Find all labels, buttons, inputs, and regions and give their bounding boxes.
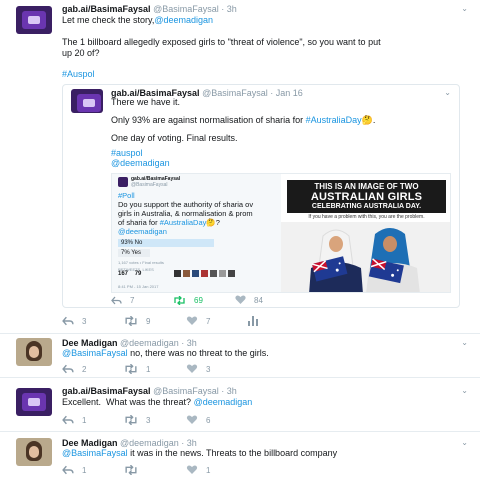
avatar[interactable] [16,438,52,466]
heart-icon [186,415,198,424]
mention-link[interactable]: @BasimaFaysal [62,448,128,458]
chevron-down-icon[interactable]: ⌄ [461,338,468,347]
avatar[interactable] [16,388,52,416]
embedded-header: gab.ai/BasimaFaysal @BasimaFaysal [131,176,181,188]
tweet-header: gab.ai/BasimaFaysal @BasimaFaysal · 3h [62,4,237,14]
tweet-text: @BasimaFaysal no, there was no threat to… [62,348,269,358]
chevron-down-icon[interactable]: ⌄ [461,4,468,13]
tweet-actions: 3 9 7 [62,316,310,326]
attached-image[interactable]: gab.ai/BasimaFaysal @BasimaFaysal #Poll … [111,173,451,293]
retweet-button[interactable]: 69 [173,295,235,305]
quoted-line1: There we have it. [111,97,181,107]
avatar[interactable] [16,6,52,34]
reply-button[interactable]: 1 [62,415,124,425]
tweet-2[interactable]: Dee Madigan @deemadigan · 3h ⌄ @BasimaFa… [0,334,480,378]
avatar[interactable] [71,89,103,113]
tweet-3[interactable]: gab.ai/BasimaFaysal @BasimaFaysal · 3h ⌄… [0,378,480,432]
mention-link[interactable]: @deemadigan [154,15,213,25]
timestamp[interactable]: · Jan 16 [270,88,303,98]
heart-icon [235,295,246,304]
mention-link[interactable]: @deemadigan [194,397,253,407]
quoted-line2: Only 93% are against normalisation of sh… [111,115,376,125]
avatar[interactable] [16,338,52,366]
tweet-1[interactable]: gab.ai/BasimaFaysal @BasimaFaysal · 3h ⌄… [0,0,480,334]
retweet-icon [125,415,137,425]
display-name[interactable]: Dee Madigan [62,338,118,348]
handle[interactable]: @BasimaFaysal [153,4,219,14]
reply-icon [111,296,122,304]
reply-button[interactable]: 2 [62,364,124,374]
tweet-4[interactable]: Dee Madigan @deemadigan · 3h ⌄ @BasimaFa… [0,432,480,480]
retweet-icon [125,465,137,475]
handle[interactable]: @BasimaFaysal [202,88,268,98]
chevron-down-icon[interactable]: ⌄ [461,386,468,395]
embedded-stats: RETWEETS LIKES 167 79 [118,267,154,277]
tweet-header: gab.ai/BasimaFaysal @BasimaFaysal · 3h [62,386,237,396]
chevron-down-icon[interactable]: ⌄ [444,88,451,97]
poll-votes: 1,167 votes • Final results [118,260,164,265]
reply-button[interactable]: 1 [62,465,124,475]
tweet-text-line3: up 20 of? [62,48,100,58]
mention-link[interactable]: @deemadigan [111,158,170,169]
reply-button[interactable]: 7 [111,296,173,305]
tweet-text: Let me check the story,@deemadigan [62,15,214,25]
handle[interactable]: @BasimaFaysal [153,386,219,396]
hashtag-link[interactable]: #Auspol [62,69,95,80]
handle[interactable]: @deemadigan [120,338,179,348]
heart-icon [186,364,198,373]
retweet-button[interactable]: 9 [124,316,186,326]
chevron-down-icon[interactable]: ⌄ [461,438,468,447]
retweet-button[interactable]: 1 [124,364,186,374]
tweet-text: @BasimaFaysal it was in the news. Threat… [62,448,338,458]
embedded-avatars [174,270,235,277]
like-button[interactable]: 3 [186,364,248,374]
embedded-tweet-text: #Poll Do you support the authority of sh… [118,191,254,236]
poll-option-yes: 7% Yes [118,249,150,257]
like-button[interactable]: 84 [235,295,297,305]
reply-icon [62,364,74,374]
tweet-actions: 2 1 3 [62,364,248,374]
timestamp[interactable]: · 3h [181,438,197,448]
embedded-date: 8:41 PM - 15 Jan 2017 [118,284,159,289]
analytics-button[interactable] [248,316,310,326]
heart-icon [186,465,198,474]
heart-icon [186,316,198,325]
tweet-header: Dee Madigan @deemadigan · 3h [62,338,197,348]
timestamp[interactable]: · 3h [181,338,197,348]
retweet-button[interactable] [124,465,186,475]
handle[interactable]: @deemadigan [120,438,179,448]
like-button[interactable]: 1 [186,465,248,475]
poll-results: 93% No 7% Yes 1,167 votes • Final result… [118,237,278,265]
tweet-header: Dee Madigan @deemadigan · 3h [62,438,197,448]
mention-link[interactable]: @BasimaFaysal [62,348,128,358]
timestamp[interactable]: · 3h [221,386,237,396]
retweet-icon [125,364,137,374]
reply-icon [62,465,74,475]
tweet-actions: 1 3 6 [62,415,248,425]
quoted-line3: One day of voting. Final results. [111,133,238,143]
retweet-icon [174,295,185,305]
tweet-actions: 1 1 [62,465,248,475]
analytics-icon [248,316,258,326]
retweet-icon [125,316,137,326]
tweet-text: Excellent. What was the threat? @deemadi… [62,397,253,407]
hashtag-link[interactable]: #AustraliaDay [306,115,362,125]
tweet-text-line2: The 1 billboard allegedly exposed girls … [62,37,381,47]
reply-icon [62,316,74,326]
quoted-actions: 7 69 84 [111,295,297,305]
reply-icon [62,415,74,425]
reply-button[interactable]: 3 [62,316,124,326]
poll-option-no: 93% No [118,239,214,247]
quoted-tweet[interactable]: gab.ai/BasimaFaysal @BasimaFaysal · Jan … [62,84,460,308]
display-name[interactable]: Dee Madigan [62,438,118,448]
girls-with-flags-image [281,222,450,292]
poster-image: THIS IS AN IMAGE OF TWO AUSTRALIAN GIRLS… [281,174,450,292]
display-name[interactable]: gab.ai/BasimaFaysal [62,4,151,14]
avatar [118,177,128,187]
like-button[interactable]: 6 [186,415,248,425]
retweet-button[interactable]: 3 [124,415,186,425]
timestamp[interactable]: · 3h [221,4,237,14]
display-name[interactable]: gab.ai/BasimaFaysal [62,386,151,396]
like-button[interactable]: 7 [186,316,248,326]
